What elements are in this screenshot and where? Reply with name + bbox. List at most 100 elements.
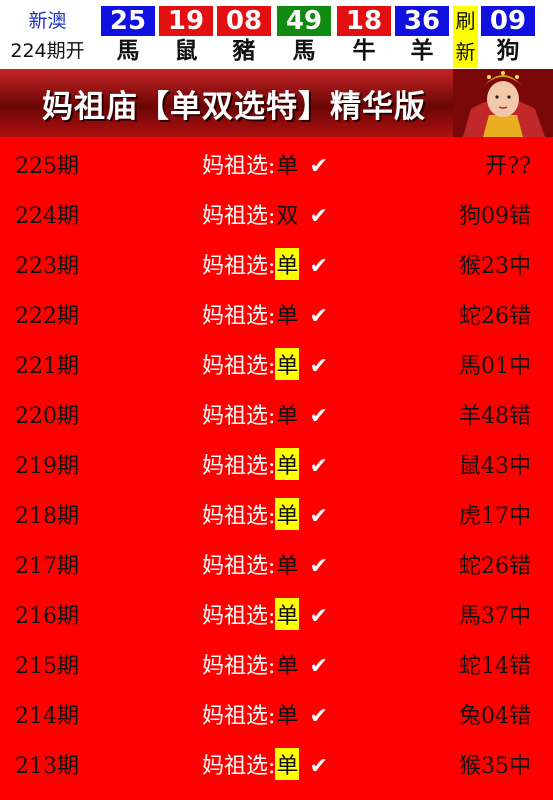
prediction-row: 222期 妈祖选:单 ✔ 蛇26错 — [0, 287, 553, 337]
result-ball-7: 09 狗 — [481, 6, 535, 68]
pick-prefix: 妈祖选: — [202, 254, 276, 279]
pick-prefix: 妈祖选: — [202, 704, 276, 729]
period-label: 216期 — [15, 604, 79, 629]
prediction-row: 217期 妈祖选:单 ✔ 蛇26错 — [0, 537, 553, 587]
pick-prefix: 妈祖选: — [202, 504, 276, 529]
period-label: 219期 — [15, 454, 79, 479]
check-icon: ✔ — [309, 254, 328, 279]
ball-number: 18 — [337, 6, 391, 36]
pick-choice: 单 — [275, 598, 300, 630]
check-icon: ✔ — [309, 154, 328, 179]
ball-zodiac: 羊 — [410, 38, 434, 64]
prediction-row: 215期 妈祖选:单 ✔ 蛇14错 — [0, 637, 553, 687]
result-label: 馬01中 — [459, 354, 531, 379]
period-label: 224期 — [15, 204, 79, 229]
prediction-list: 225期 妈祖选:单 ✔ 开?? 224期 妈祖选:双 ✔ 狗09错 223期 妈祖选:单 ✔ 猴23… — [0, 137, 553, 787]
check-icon: ✔ — [309, 754, 328, 779]
check-icon: ✔ — [309, 654, 328, 679]
ball-zodiac: 狗 — [496, 38, 520, 64]
check-icon: ✔ — [309, 454, 328, 479]
result-label: 蛇26错 — [459, 304, 531, 329]
result-label: 兔04错 — [459, 704, 531, 729]
ball-number: 25 — [101, 6, 155, 36]
prediction-row: 213期 妈祖选:单 ✔ 猴35中 — [0, 737, 553, 787]
result-ball-4: 49 馬 — [277, 6, 331, 68]
pick-choice: 单 — [275, 498, 300, 530]
pick-text: 妈祖选:双 ✔ — [202, 198, 328, 230]
pick-text: 妈祖选:单 ✔ — [202, 348, 328, 380]
draw-period-label: 224期开 — [10, 40, 85, 62]
pick-prefix: 妈祖选: — [202, 454, 276, 479]
ball-number: 49 — [277, 6, 331, 36]
pick-prefix: 妈祖选: — [202, 354, 276, 379]
pick-choice: 单 — [275, 248, 300, 280]
ball-number: 09 — [481, 6, 535, 36]
ball-zodiac: 鼠 — [174, 38, 198, 64]
period-label: 215期 — [15, 654, 79, 679]
check-icon: ✔ — [309, 554, 328, 579]
pick-choice: 单 — [276, 654, 299, 679]
result-ball-3: 08 豬 — [217, 6, 271, 68]
ball-zodiac: 馬 — [116, 38, 140, 64]
prediction-row: 219期 妈祖选:单 ✔ 鼠43中 — [0, 437, 553, 487]
pick-choice: 单 — [276, 404, 299, 429]
pick-text: 妈祖选:单 ✔ — [202, 698, 328, 730]
region-label: 新澳 — [28, 10, 67, 32]
pick-text: 妈祖选:单 ✔ — [202, 448, 328, 480]
mazu-portrait-image — [453, 69, 553, 137]
check-icon: ✔ — [309, 304, 328, 329]
prediction-row: 220期 妈祖选:单 ✔ 羊48错 — [0, 387, 553, 437]
pick-prefix: 妈祖选: — [202, 404, 276, 429]
ball-number: 08 — [217, 6, 271, 36]
period-label: 218期 — [15, 504, 79, 529]
pick-choice: 单 — [276, 154, 299, 179]
result-label: 猴35中 — [459, 754, 531, 779]
check-icon: ✔ — [309, 604, 328, 629]
result-label: 猴23中 — [459, 254, 531, 279]
result-ball-1: 25 馬 — [101, 6, 155, 68]
check-icon: ✔ — [309, 704, 328, 729]
pick-text: 妈祖选:单 ✔ — [202, 148, 328, 180]
ball-zodiac: 馬 — [292, 38, 316, 64]
period-label: 221期 — [15, 354, 79, 379]
result-ball-5: 18 牛 — [337, 6, 391, 68]
pick-text: 妈祖选:单 ✔ — [202, 298, 328, 330]
draw-header: 新澳 224期开 25 馬 19 鼠 08 豬 49 馬 18 牛 36 羊 刷… — [0, 0, 553, 68]
ball-number: 19 — [159, 6, 213, 36]
pick-prefix: 妈祖选: — [202, 154, 276, 179]
check-icon: ✔ — [309, 204, 328, 229]
result-label: 羊48错 — [459, 404, 531, 429]
pick-prefix: 妈祖选: — [202, 604, 276, 629]
draw-info: 新澳 224期开 — [0, 0, 95, 68]
result-label: 狗09错 — [459, 204, 531, 229]
prediction-row: 221期 妈祖选:单 ✔ 馬01中 — [0, 337, 553, 387]
pick-choice: 单 — [276, 554, 299, 579]
ball-zodiac: 豬 — [232, 38, 256, 64]
period-label: 220期 — [15, 404, 79, 429]
period-label: 214期 — [15, 704, 79, 729]
result-label: 馬37中 — [459, 604, 531, 629]
pick-choice: 单 — [275, 448, 300, 480]
result-label: 蛇14错 — [459, 654, 531, 679]
pick-prefix: 妈祖选: — [202, 204, 276, 229]
result-label: 鼠43中 — [459, 454, 531, 479]
period-label: 222期 — [15, 304, 79, 329]
result-ball-6: 36 羊 — [395, 6, 449, 68]
pick-text: 妈祖选:单 ✔ — [202, 498, 328, 530]
ball-zodiac: 牛 — [352, 38, 376, 64]
prediction-row: 223期 妈祖选:单 ✔ 猴23中 — [0, 237, 553, 287]
result-ball-2: 19 鼠 — [159, 6, 213, 68]
banner-title: 妈祖庙【单双选特】精华版 — [42, 89, 426, 125]
check-icon: ✔ — [309, 404, 328, 429]
refresh-button[interactable]: 刷新 — [453, 6, 478, 68]
pick-prefix: 妈祖选: — [202, 304, 276, 329]
prediction-row: 214期 妈祖选:单 ✔ 兔04错 — [0, 687, 553, 737]
check-icon: ✔ — [309, 354, 328, 379]
period-label: 223期 — [15, 254, 79, 279]
pick-text: 妈祖选:单 ✔ — [202, 248, 328, 280]
pick-text: 妈祖选:单 ✔ — [202, 548, 328, 580]
result-label: 蛇26错 — [459, 554, 531, 579]
pick-prefix: 妈祖选: — [202, 754, 276, 779]
period-label: 217期 — [15, 554, 79, 579]
pick-choice: 单 — [276, 304, 299, 329]
